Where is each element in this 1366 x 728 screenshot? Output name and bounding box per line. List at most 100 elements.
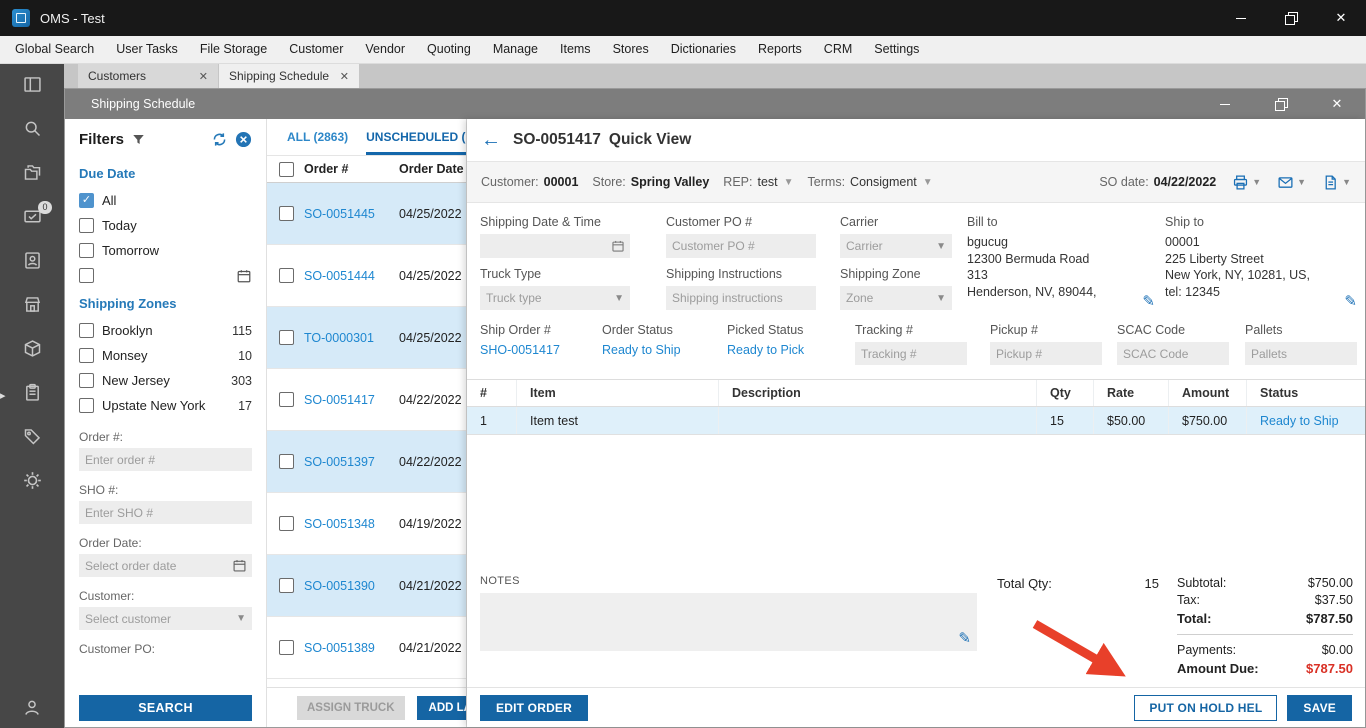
maximize-button[interactable] <box>1266 0 1316 36</box>
order-link[interactable]: SO-0051390 <box>304 579 399 593</box>
user-icon[interactable] <box>22 697 43 718</box>
order-row[interactable]: SO-0051390 04/21/2022 <box>267 555 466 617</box>
order-link[interactable]: SO-0051445 <box>304 207 399 221</box>
carrier-select[interactable]: Carrier ▼ <box>840 234 952 258</box>
clipboard-icon[interactable] <box>22 382 43 403</box>
notes-textarea[interactable] <box>480 593 977 651</box>
dashboard-icon[interactable] <box>22 74 43 95</box>
tab-shipping-schedule-close-icon[interactable]: ✕ <box>340 70 349 83</box>
tag-icon[interactable] <box>22 426 43 447</box>
tab-all-orders[interactable]: ALL (2863) <box>287 130 348 155</box>
menu-stores[interactable]: Stores <box>602 36 660 63</box>
order-link[interactable]: SO-0051444 <box>304 269 399 283</box>
menu-reports[interactable]: Reports <box>747 36 813 63</box>
pickup-input[interactable] <box>990 342 1102 365</box>
rep-select[interactable]: test ▼ <box>757 175 793 189</box>
sho-number-input[interactable] <box>79 501 252 524</box>
order-row[interactable]: SO-0051417 04/22/2022 <box>267 369 466 431</box>
menu-dictionaries[interactable]: Dictionaries <box>660 36 747 63</box>
folders-icon[interactable] <box>22 162 43 183</box>
calendar-icon[interactable] <box>236 268 252 284</box>
shipping-instructions-input[interactable] <box>666 286 816 310</box>
menu-file-storage[interactable]: File Storage <box>189 36 278 63</box>
row-checkbox[interactable] <box>279 392 294 407</box>
due-date-tomorrow-checkbox[interactable]: Tomorrow <box>79 238 252 263</box>
add-lane-button[interactable]: ADD LANE <box>416 695 466 720</box>
order-row[interactable]: SO-0051348 04/19/2022 <box>267 493 466 555</box>
clear-filters-icon[interactable] <box>235 131 252 148</box>
item-row[interactable]: 1 Item test 15 $50.00 $750.00 Ready to S… <box>467 407 1365 435</box>
customer-po-input[interactable] <box>666 234 816 258</box>
menu-quoting[interactable]: Quoting <box>416 36 482 63</box>
order-row[interactable]: SO-0051397 04/22/2022 <box>267 431 466 493</box>
print-dropdown[interactable]: ▼ <box>1232 174 1261 191</box>
order-link[interactable]: TO-0000301 <box>304 331 399 345</box>
put-on-hold-button[interactable]: PUT ON HOLD HEL <box>1134 694 1278 721</box>
due-date-custom-checkbox[interactable] <box>79 263 252 288</box>
scac-code-input[interactable] <box>1117 342 1229 365</box>
search-button[interactable]: SEARCH <box>79 695 252 721</box>
order-number-input[interactable] <box>79 448 252 471</box>
tab-shipping-schedule[interactable]: Shipping Schedule ✕ <box>219 64 359 88</box>
ship-order-link[interactable]: SHO-0051417 <box>480 343 560 357</box>
minimize-button[interactable] <box>1216 0 1266 36</box>
save-button[interactable]: SAVE <box>1287 694 1352 721</box>
order-date-input[interactable] <box>79 554 252 577</box>
search-icon[interactable] <box>22 118 43 139</box>
row-checkbox[interactable] <box>279 454 294 469</box>
edit-ship-to-icon[interactable]: ✎ <box>1344 292 1357 312</box>
menu-items[interactable]: Items <box>549 36 602 63</box>
refresh-icon[interactable] <box>211 131 228 148</box>
calendar-icon[interactable] <box>232 558 247 576</box>
row-checkbox[interactable] <box>279 640 294 655</box>
calendar-icon[interactable] <box>611 239 625 256</box>
select-all-checkbox[interactable] <box>279 161 294 177</box>
store-icon[interactable] <box>22 294 43 315</box>
order-link[interactable]: SO-0051397 <box>304 455 399 469</box>
row-checkbox[interactable] <box>279 268 294 283</box>
zone-brooklyn-checkbox[interactable]: Brooklyn 115 <box>79 318 252 343</box>
shipping-zone-select[interactable]: Zone ▼ <box>840 286 952 310</box>
back-arrow-icon[interactable]: ← <box>481 130 501 150</box>
menu-customer[interactable]: Customer <box>278 36 354 63</box>
menu-manage[interactable]: Manage <box>482 36 549 63</box>
tasks-icon[interactable]: 0 <box>22 201 52 227</box>
order-row[interactable]: SO-0051389 04/21/2022 <box>267 617 466 679</box>
due-date-all-checkbox[interactable]: All <box>79 188 252 213</box>
order-row[interactable]: SO-0051445 04/25/2022 <box>267 183 466 245</box>
order-link[interactable]: SO-0051348 <box>304 517 399 531</box>
edit-order-button[interactable]: EDIT ORDER <box>480 694 589 721</box>
pallets-input[interactable] <box>1245 342 1357 365</box>
terms-select[interactable]: Consigment ▼ <box>850 175 933 189</box>
email-dropdown[interactable]: ▼ <box>1277 174 1306 191</box>
order-row[interactable]: SO-0051444 04/25/2022 <box>267 245 466 307</box>
order-row[interactable]: TO-0000301 04/25/2022 <box>267 307 466 369</box>
order-link[interactable]: SO-0051389 <box>304 641 399 655</box>
inner-maximize-button[interactable] <box>1253 89 1309 119</box>
contacts-icon[interactable] <box>22 250 43 271</box>
row-checkbox[interactable] <box>279 330 294 345</box>
row-checkbox[interactable] <box>279 578 294 593</box>
shipping-datetime-input[interactable] <box>480 234 630 258</box>
inner-close-button[interactable] <box>1309 89 1365 119</box>
sidebar-flyout-handle[interactable]: ▸ <box>0 382 12 408</box>
edit-bill-to-icon[interactable]: ✎ <box>1142 292 1155 312</box>
menu-crm[interactable]: CRM <box>813 36 863 63</box>
tracking-input[interactable] <box>855 342 967 365</box>
zone-new-jersey-checkbox[interactable]: New Jersey 303 <box>79 368 252 393</box>
zone-monsey-checkbox[interactable]: Monsey 10 <box>79 343 252 368</box>
menu-settings[interactable]: Settings <box>863 36 930 63</box>
truck-type-select[interactable]: Truck type ▼ <box>480 286 630 310</box>
row-checkbox[interactable] <box>279 516 294 531</box>
row-checkbox[interactable] <box>279 206 294 221</box>
settings-gear-icon[interactable] <box>22 470 43 491</box>
tab-customers-close-icon[interactable]: ✕ <box>199 70 208 83</box>
tab-unscheduled-orders[interactable]: UNSCHEDULED (16 <box>366 130 466 155</box>
package-icon[interactable] <box>22 338 43 359</box>
assign-truck-button[interactable]: ASSIGN TRUCK <box>297 695 405 720</box>
close-button[interactable] <box>1316 0 1366 36</box>
customer-select[interactable]: Select customer ▼ <box>79 607 252 630</box>
menu-user-tasks[interactable]: User Tasks <box>105 36 189 63</box>
due-date-today-checkbox[interactable]: Today <box>79 213 252 238</box>
document-dropdown[interactable]: ▼ <box>1322 174 1351 191</box>
